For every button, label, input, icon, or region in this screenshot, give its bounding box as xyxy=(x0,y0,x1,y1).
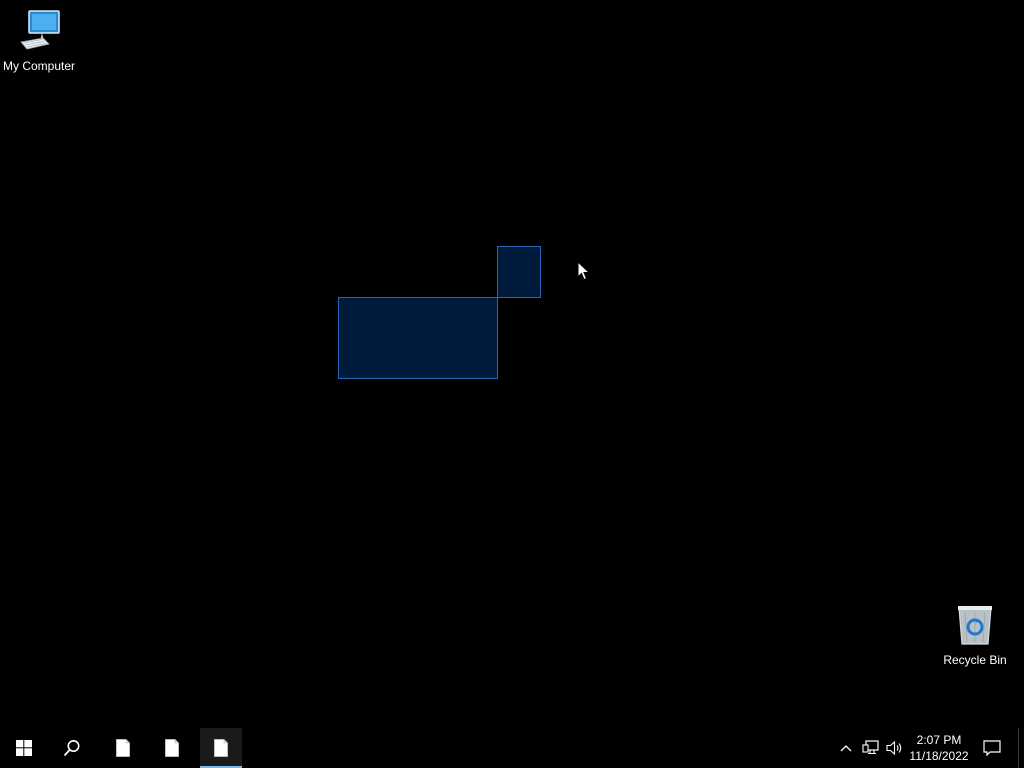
start-button[interactable] xyxy=(0,728,48,768)
taskbar: 2:07 PM 11/18/2022 xyxy=(0,728,1024,768)
search-icon xyxy=(63,740,80,757)
show-desktop-button[interactable] xyxy=(1018,728,1024,768)
selection-rectangle xyxy=(338,297,498,379)
taskbar-app-document[interactable] xyxy=(150,728,194,768)
taskbar-app-document-active[interactable] xyxy=(200,728,242,768)
volume-tray-button[interactable] xyxy=(884,728,906,768)
mouse-cursor-icon xyxy=(577,261,591,281)
chevron-up-icon xyxy=(840,745,852,752)
network-tray-button[interactable] xyxy=(860,728,882,768)
computer-icon xyxy=(20,10,60,50)
my-computer-label: My Computer xyxy=(2,59,76,73)
desktop[interactable]: My Computer Recycle Bin xyxy=(0,0,1024,728)
clock-date: 11/18/2022 xyxy=(909,749,969,763)
notification-icon xyxy=(983,740,1001,756)
document-icon xyxy=(116,739,130,757)
selection-rectangle xyxy=(497,246,541,298)
windows-logo-icon xyxy=(16,740,32,756)
taskbar-app-document[interactable] xyxy=(101,728,145,768)
network-icon xyxy=(862,740,879,755)
volume-icon xyxy=(886,740,902,756)
clock[interactable]: 2:07 PM 11/18/2022 xyxy=(904,732,974,764)
clock-time: 2:07 PM xyxy=(916,733,962,747)
document-icon xyxy=(214,739,228,757)
search-button[interactable] xyxy=(48,728,96,768)
recycle-bin-label: Recycle Bin xyxy=(943,653,1007,667)
recycle-bin-icon xyxy=(958,606,992,645)
action-center-button[interactable] xyxy=(978,728,1006,768)
my-computer-shortcut[interactable]: My Computer xyxy=(0,8,78,73)
show-hidden-icons-button[interactable] xyxy=(836,728,856,768)
document-icon xyxy=(165,739,179,757)
recycle-bin-shortcut[interactable]: Recycle Bin xyxy=(936,602,1014,667)
